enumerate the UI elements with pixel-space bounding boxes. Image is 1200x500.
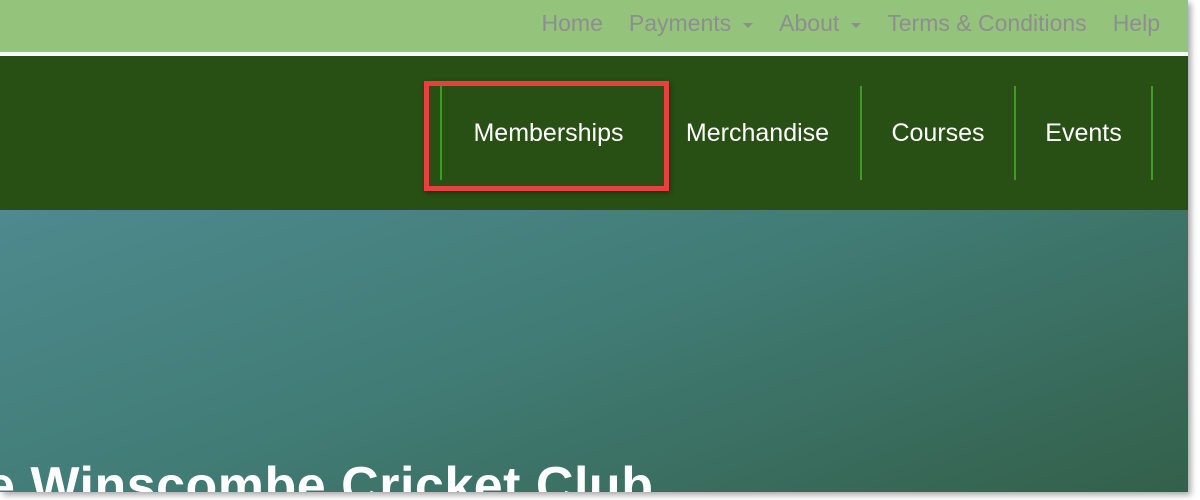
nav-merchandise-link[interactable]: Merchandise bbox=[655, 86, 860, 180]
nav-divider bbox=[1151, 86, 1153, 180]
nav-terms-label: Terms & Conditions bbox=[887, 10, 1087, 36]
screenshot-frame: Home Payments About Terms & Conditions H… bbox=[0, 0, 1188, 492]
nav-payments-label: Payments bbox=[628, 10, 732, 36]
nav-terms-link[interactable]: Terms & Conditions bbox=[887, 10, 1086, 37]
nav-courses-link[interactable]: Courses bbox=[862, 86, 1014, 180]
hero-title: e Winscombe Cricket Club bbox=[0, 457, 654, 492]
nav-help-label: Help bbox=[1112, 10, 1160, 36]
utility-bar: Home Payments About Terms & Conditions H… bbox=[0, 0, 1188, 54]
nav-home-link[interactable]: Home bbox=[542, 10, 603, 37]
nav-memberships-link[interactable]: Memberships bbox=[442, 86, 655, 180]
nav-events-link[interactable]: Events bbox=[1016, 86, 1151, 180]
nav-events-label: Events bbox=[1045, 118, 1122, 147]
hero-banner: e Winscombe Cricket Club bbox=[0, 210, 1188, 492]
nav-payments-dropdown[interactable]: Payments bbox=[628, 10, 754, 37]
nav-about-dropdown[interactable]: About bbox=[779, 10, 862, 37]
nav-courses-label: Courses bbox=[891, 118, 985, 147]
nav-about-label: About bbox=[779, 10, 840, 36]
caret-down-icon bbox=[743, 23, 754, 28]
nav-help-link[interactable]: Help bbox=[1113, 10, 1160, 37]
nav-home-label: Home bbox=[541, 10, 603, 36]
main-nav-bar: Memberships Merchandise Courses Events bbox=[0, 56, 1188, 210]
caret-down-icon bbox=[851, 23, 862, 28]
nav-memberships-label: Memberships bbox=[473, 118, 624, 147]
nav-merchandise-label: Merchandise bbox=[685, 118, 830, 147]
main-nav: Memberships Merchandise Courses Events bbox=[440, 86, 1153, 180]
utility-nav: Home Payments About Terms & Conditions H… bbox=[516, 10, 1160, 37]
